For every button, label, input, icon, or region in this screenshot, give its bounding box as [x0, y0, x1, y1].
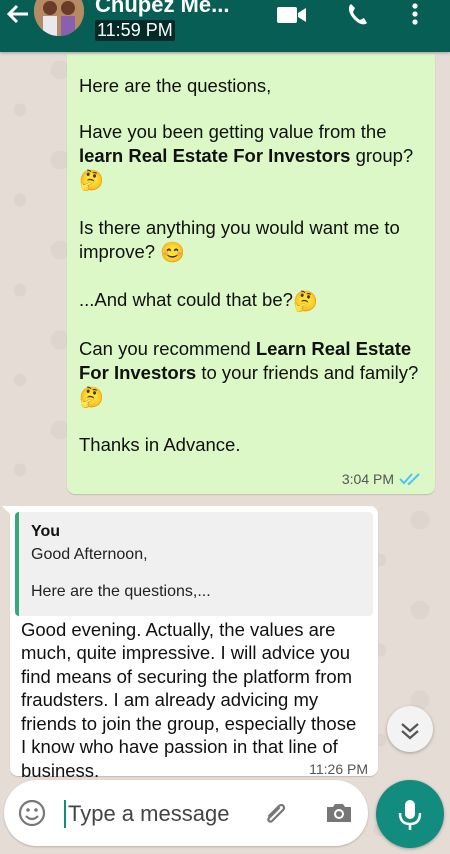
quote-line: Here are the questions,... [31, 583, 211, 601]
quote-author: You [31, 523, 61, 540]
reply-text: Good evening. Actually, the values are m… [21, 619, 357, 781]
message-meta: 3:04 PM [342, 470, 423, 488]
chevron-down-icon [401, 723, 419, 740]
voice-record-button[interactable] [376, 780, 444, 848]
smile-emoji-icon: 😊 [160, 242, 186, 265]
message-line: Here are the questions, [79, 75, 272, 96]
emoji-icon[interactable] [16, 797, 48, 829]
closing-line: Thanks in Advance. [79, 433, 241, 455]
question-2-text: Is there anything you would want me to i… [79, 217, 400, 263]
question-2: Is there anything you would want me to i… [79, 216, 423, 266]
quote-line: Good Afternoon, [31, 546, 148, 564]
attachment-icon[interactable] [260, 797, 292, 829]
question-3-text: ...And what could that be? [79, 289, 293, 311]
avatar[interactable] [34, 0, 84, 36]
status-time: 11:59 PM [95, 20, 175, 41]
thinking-emoji-icon: 🤔 [292, 290, 318, 313]
message-time: 3:04 PM [341, 470, 394, 487]
group-name-bold: learn Real Estate For Investors [79, 145, 351, 167]
message-composer: Type a message [4, 780, 368, 846]
camera-icon[interactable] [323, 797, 355, 829]
chat-header: Chupez Me... 11:59 PM [0, 0, 450, 52]
message-input[interactable]: Type a message [64, 800, 229, 828]
more-options-icon[interactable] [405, 2, 425, 28]
question-4: Can you recommend Learn Real Estate For … [79, 337, 423, 411]
incoming-message[interactable]: You Good Afternoon, Here are the questio… [2, 506, 378, 781]
message-time: 11:26 PM [309, 761, 368, 777]
phone-icon[interactable] [343, 2, 377, 28]
chat-name[interactable]: Chupez Me... [95, 0, 229, 18]
back-arrow-icon[interactable] [2, 0, 32, 30]
microphone-icon [398, 800, 422, 830]
scroll-down-button[interactable] [387, 706, 433, 752]
question-1-suffix: group? [350, 145, 414, 167]
thinking-emoji-icon: 🤔 [79, 170, 104, 193]
question-4-suffix: to your friends and family? [196, 361, 419, 383]
read-ticks-icon [399, 473, 420, 486]
outgoing-message[interactable]: Here are the questions, Have you been ge… [67, 54, 435, 494]
thinking-emoji-icon: 🤔 [79, 386, 104, 409]
question-4-prefix: Can you recommend [79, 337, 256, 359]
video-call-icon[interactable] [275, 2, 309, 28]
question-3: ...And what could that be?🤔 [79, 288, 423, 314]
question-1-prefix: Have you been getting value from the [79, 121, 387, 143]
quoted-message[interactable]: You Good Afternoon, Here are the questio… [15, 512, 373, 616]
question-1: Have you been getting value from the lea… [79, 120, 423, 194]
